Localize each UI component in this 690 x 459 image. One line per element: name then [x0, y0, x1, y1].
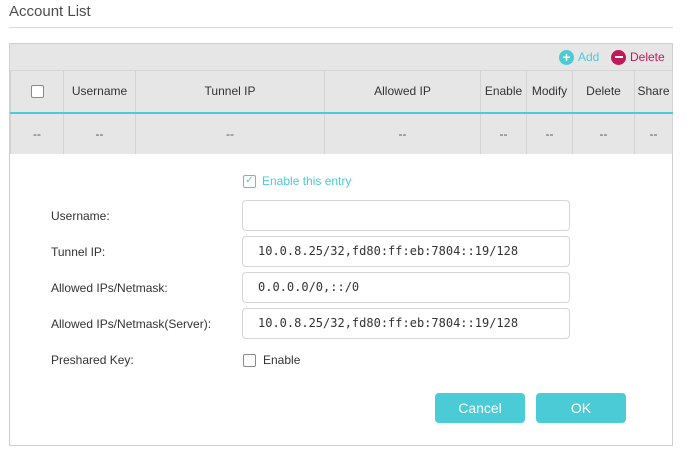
edit-entry-form: ✓ Enable this entry Username: Tunnel IP:… [10, 154, 672, 445]
preshared-key-label: Preshared Key: [51, 353, 134, 367]
table-cell: -- [480, 111, 527, 155]
allowed-ips-server-label: Allowed IPs/Netmask(Server): [51, 317, 212, 331]
select-all-checkbox[interactable] [30, 85, 44, 99]
account-table: Username Tunnel IP Allowed IP Enable Mod… [10, 70, 673, 155]
toolbar: + Add Delete [10, 44, 672, 70]
unchecked-box-icon [243, 353, 256, 367]
tunnel-ip-input[interactable]: 10.0.8.25/32,fd80:ff:eb:7804::19/128 [242, 236, 570, 267]
plus-circle-icon: + [559, 49, 574, 65]
add-label: Add [578, 50, 600, 64]
ok-button[interactable]: OK [536, 393, 626, 423]
delete-button[interactable]: Delete [611, 44, 665, 70]
table-cell: -- [526, 111, 573, 155]
column-header-delete: Delete [572, 70, 635, 113]
table-cell: -- [10, 111, 64, 155]
column-header-enable: Enable [480, 70, 527, 113]
preshared-key-enable-checkbox[interactable]: Enable [243, 353, 300, 367]
username-input[interactable] [242, 200, 570, 231]
table-cell: -- [324, 111, 481, 155]
preshared-enable-label: Enable [263, 353, 301, 367]
add-button[interactable]: + Add [559, 44, 599, 70]
delete-label: Delete [630, 50, 665, 64]
column-header-modify: Modify [526, 70, 573, 113]
table-cell: -- [572, 111, 635, 155]
table-header-row: Username Tunnel IP Allowed IP Enable Mod… [10, 70, 673, 113]
column-header-allowed-ip: Allowed IP [324, 70, 481, 113]
tunnel-ip-label: Tunnel IP: [51, 245, 106, 259]
allowed-ips-input[interactable]: 0.0.0.0/0,::/0 [242, 272, 570, 303]
column-header-share: Share [634, 70, 673, 113]
column-header-tunnel-ip: Tunnel IP [135, 70, 325, 113]
title-divider [9, 27, 673, 28]
table-row[interactable]: -- -- -- -- -- -- -- -- [10, 111, 673, 155]
minus-circle-icon [611, 49, 626, 65]
allowed-ips-label: Allowed IPs/Netmask: [51, 281, 168, 295]
table-cell: -- [135, 111, 325, 155]
allowed-ips-server-input[interactable]: 10.0.8.25/32,fd80:ff:eb:7804::19/128 [242, 308, 570, 339]
checkmark-icon: ✓ [243, 174, 256, 188]
username-label: Username: [51, 209, 110, 223]
column-header-username: Username [63, 70, 136, 113]
select-all-cell[interactable] [10, 70, 64, 113]
table-cell: -- [63, 111, 136, 155]
section-title: Account List [9, 3, 91, 20]
enable-entry-label: Enable this entry [262, 174, 352, 188]
table-cell: -- [634, 111, 673, 155]
enable-entry-checkbox[interactable]: ✓ Enable this entry [243, 174, 351, 188]
cancel-button[interactable]: Cancel [435, 393, 525, 423]
account-list-panel: + Add Delete Username Tunnel IP Allowed … [9, 43, 673, 446]
